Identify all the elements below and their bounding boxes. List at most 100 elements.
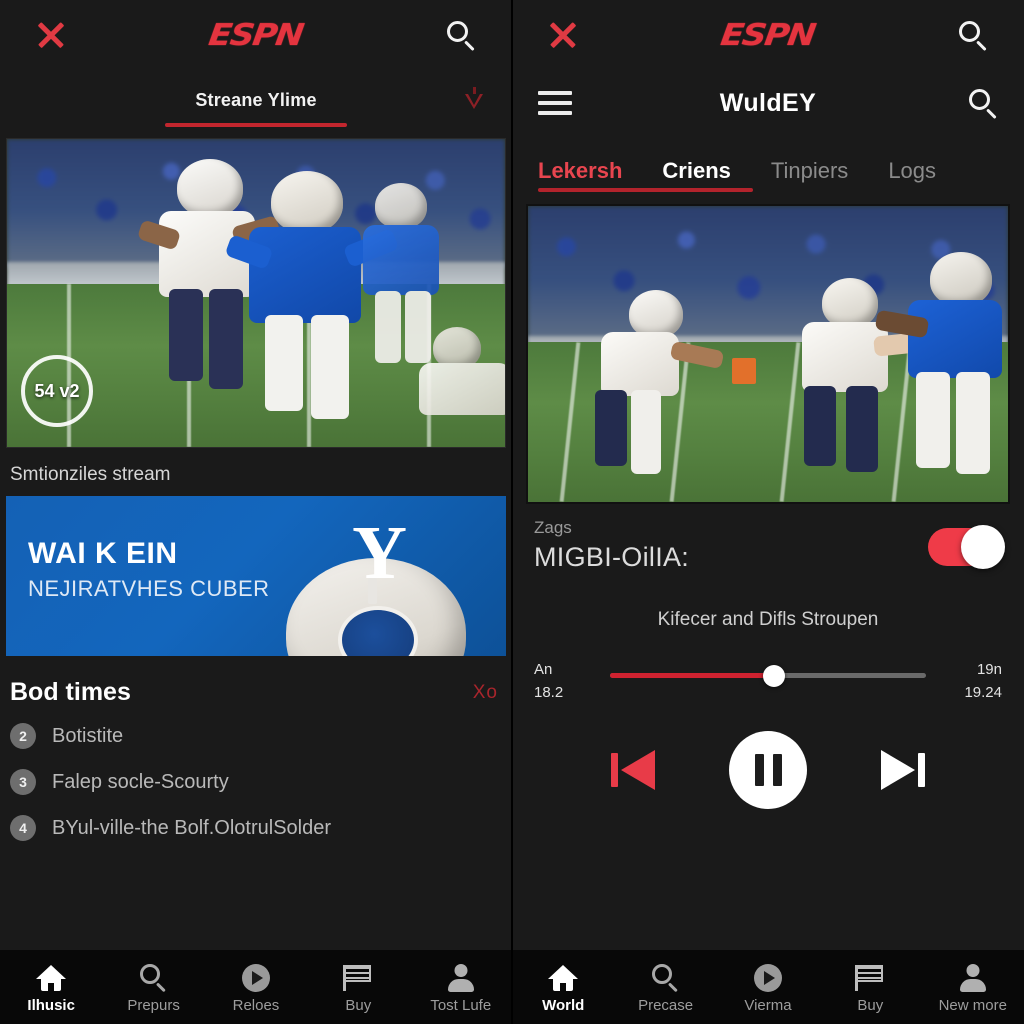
- toggle-knob: [961, 525, 1005, 569]
- nav-item-buy[interactable]: Buy: [310, 964, 406, 1014]
- nav-label: Tost Lufe: [430, 997, 492, 1014]
- nav-item-home[interactable]: World: [515, 964, 611, 1014]
- track-meta: Zags MIGBI-OilIA:: [512, 504, 1024, 573]
- list-item-label: Falep socle-Scourty: [52, 770, 229, 793]
- list-item-label: BYul-ville-the Bolf.OlotrulSolder: [52, 816, 332, 839]
- nav-item-watch[interactable]: Reloes: [208, 964, 304, 1014]
- scrubber-left-labels: An 18.2: [534, 659, 563, 704]
- person-icon: [447, 964, 475, 992]
- play-circle-icon: [241, 964, 270, 992]
- nav-label: New more: [938, 997, 1007, 1014]
- list-item-label: Botistite: [52, 724, 124, 747]
- tab-tinpiers[interactable]: Tinpiers: [771, 158, 848, 194]
- right-topbar: ESPN: [512, 0, 1024, 70]
- scrubber[interactable]: An 18.2 19n 19.24: [512, 653, 1024, 709]
- chevron-down-icon[interactable]: [462, 87, 486, 113]
- list-title: Bod times: [10, 678, 131, 706]
- right-panel: ESPN WuldEY Lekersh Criens Tinpiers Logs: [512, 0, 1024, 1024]
- nav-label: Ilhusic: [27, 997, 75, 1014]
- scrubber-left-top: An: [534, 661, 553, 678]
- scrubber-track[interactable]: [610, 664, 926, 687]
- now-playing-label: Kifecer and Difls Stroupen: [657, 609, 879, 630]
- next-track-icon[interactable]: [881, 750, 925, 790]
- pause-icon: [754, 754, 764, 786]
- right-bottom-nav: World Precase Vierma Buy New more: [512, 950, 1024, 1024]
- promo-subtitle: NEJIRATVHES CUBER: [28, 575, 270, 601]
- list-item-number: 3: [10, 769, 36, 795]
- left-bottom-nav: Ilhusic Prepurs Reloes Buy Tost Lufe: [0, 950, 512, 1024]
- close-button[interactable]: [540, 12, 586, 58]
- close-icon: [548, 20, 578, 50]
- live-badge-label: 54 v2: [34, 380, 80, 401]
- tab-logs[interactable]: Logs: [888, 158, 936, 194]
- nav-item-buy[interactable]: Buy: [822, 964, 918, 1014]
- person-icon: [959, 964, 987, 992]
- left-video-thumbnail[interactable]: 54 v2: [6, 138, 506, 448]
- nav-label: Vierma: [744, 997, 792, 1014]
- left-subtitle-row: Streane Ylime: [0, 70, 512, 130]
- tab-underline: [538, 188, 753, 192]
- playback-controls: [512, 731, 1024, 809]
- scrubber-right-top: 19n: [976, 661, 1002, 678]
- list-item-number: 2: [10, 723, 36, 749]
- nav-label: Buy: [857, 997, 884, 1014]
- nav-item-profile[interactable]: Tost Lufe: [413, 964, 509, 1014]
- tab-bar: Lekersh Criens Tinpiers Logs: [512, 136, 1024, 194]
- promo-banner[interactable]: WAI K EIN NEJIRATVHES CUBER Y: [6, 496, 506, 656]
- nav-label: Prepurs: [127, 997, 180, 1014]
- search-icon: [139, 964, 168, 993]
- search-button[interactable]: [950, 12, 996, 58]
- list-header: Bod times Xo: [0, 656, 512, 713]
- nav-item-search[interactable]: Precase: [618, 964, 714, 1014]
- scrubber-handle[interactable]: [763, 664, 786, 687]
- search-icon: [651, 964, 680, 993]
- close-icon: [36, 20, 66, 50]
- scrubber-left-bottom: 18.2: [534, 683, 564, 701]
- panel-divider: [511, 0, 513, 1024]
- pause-button[interactable]: [729, 731, 807, 809]
- nav-item-home[interactable]: Ilhusic: [3, 964, 99, 1014]
- scrubber-fill: [610, 673, 775, 678]
- nav-item-watch[interactable]: Vierma: [720, 964, 816, 1014]
- list-item-number: 4: [10, 815, 36, 841]
- nav-label: World: [542, 997, 585, 1014]
- right-title-row: WuldEY: [512, 70, 1024, 136]
- team-logo-letter: Y: [352, 511, 407, 596]
- espn-logo: ESPN: [718, 17, 818, 53]
- flag-icon: [855, 965, 885, 991]
- list-item[interactable]: 3 Falep socle-Scourty: [0, 759, 512, 805]
- scrubber-right-bottom: 19.24: [964, 683, 1002, 701]
- close-button[interactable]: [28, 12, 74, 58]
- search-button[interactable]: [438, 12, 484, 58]
- home-icon: [548, 965, 579, 991]
- active-tab-underline: [165, 123, 347, 127]
- stadium-scene: [528, 206, 1008, 502]
- list-item[interactable]: 4 BYul-ville-the Bolf.OlotrulSolder: [0, 805, 512, 851]
- scrubber-right-labels: 19n 19.24: [964, 659, 1002, 704]
- list-item[interactable]: 2 Botistite: [0, 713, 512, 759]
- search-icon: [446, 20, 476, 52]
- search-icon[interactable]: [968, 88, 998, 120]
- play-circle-icon: [753, 964, 782, 992]
- left-panel: ESPN Streane Ylime 54 v2 Smtionziles str…: [0, 0, 512, 1024]
- espn-logo: ESPN: [206, 17, 306, 53]
- nav-item-search[interactable]: Prepurs: [106, 964, 202, 1014]
- settings-toggle[interactable]: [928, 525, 1005, 569]
- previous-track-icon[interactable]: [611, 750, 655, 790]
- flag-icon: [343, 965, 373, 991]
- hamburger-icon[interactable]: [538, 91, 572, 115]
- promo-text: WAI K EIN NEJIRATVHES CUBER: [28, 538, 270, 602]
- promo-title: WAI K EIN: [28, 537, 178, 570]
- dual-phone-screenshot: ESPN Streane Ylime 54 v2 Smtionziles str…: [0, 0, 1024, 1024]
- live-badge: 54 v2: [21, 355, 93, 427]
- nav-label: Precase: [638, 997, 694, 1014]
- right-video-thumbnail[interactable]: [526, 204, 1010, 504]
- left-topbar: ESPN: [0, 0, 512, 70]
- search-icon: [958, 20, 988, 52]
- list-action-link[interactable]: Xo: [473, 682, 498, 704]
- page-title: WuldEY: [719, 88, 817, 117]
- nav-item-profile[interactable]: New more: [925, 964, 1021, 1014]
- nav-label: Reloes: [232, 997, 280, 1014]
- left-subtitle: Streane Ylime: [195, 89, 317, 110]
- home-icon: [36, 965, 67, 991]
